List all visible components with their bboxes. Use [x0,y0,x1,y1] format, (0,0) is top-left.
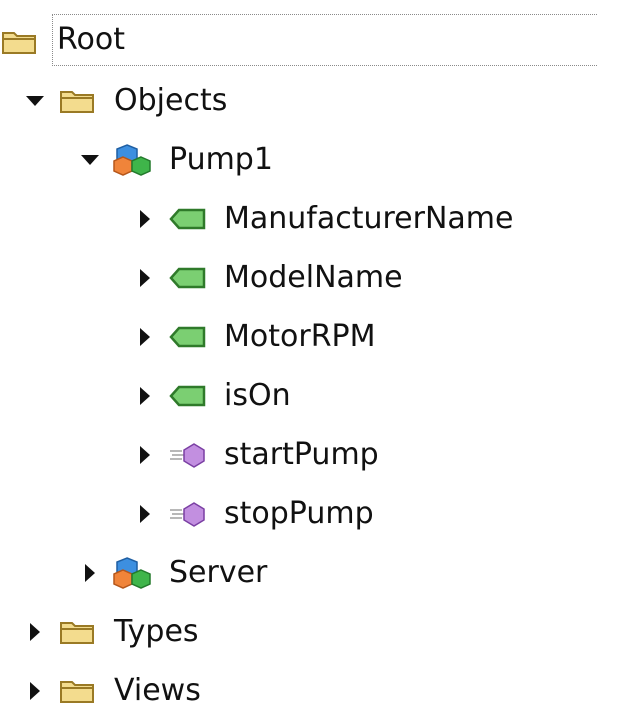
tree-node-label[interactable]: stopPump [220,497,378,531]
expand-toggle[interactable] [132,322,158,352]
expand-toggle[interactable] [77,145,103,175]
tree-node-label[interactable]: Views [110,674,205,704]
variable-tag-icon [168,202,208,236]
expand-toggle[interactable] [22,617,48,647]
tree-node-label[interactable]: Objects [110,84,231,118]
method-icon [168,497,208,531]
tree-node-stoppump[interactable]: stopPump [0,484,625,543]
tree-node-server[interactable]: Server [0,543,625,602]
tree-node-label[interactable]: Server [165,556,271,590]
object-icon [113,143,153,177]
tree-node-startpump[interactable]: startPump [0,425,625,484]
folder-icon [0,25,40,59]
folder-icon [58,615,98,649]
tree-node-modelname[interactable]: ModelName [0,248,625,307]
folder-icon [58,674,98,704]
tree-node-label[interactable]: Types [110,615,203,649]
expand-toggle[interactable] [22,676,48,704]
variable-tag-icon [168,261,208,295]
tree-node-label[interactable]: ModelName [220,261,407,295]
tree-node-label[interactable]: ManufacturerName [220,202,517,236]
tree-node-motorrpm[interactable]: MotorRPM [0,307,625,366]
tree-node-types[interactable]: Types [0,602,625,661]
tree-node-label[interactable]: isOn [220,379,295,413]
expand-toggle[interactable] [132,204,158,234]
tree-node-label[interactable]: startPump [220,438,383,472]
variable-tag-icon [168,379,208,413]
tree-node-views[interactable]: Views [0,661,625,704]
variable-tag-icon [168,320,208,354]
expand-toggle[interactable] [132,263,158,293]
tree-node-manufacturername[interactable]: ManufacturerName [0,189,625,248]
tree-node-label[interactable]: Pump1 [165,143,277,177]
tree-node-label[interactable]: MotorRPM [220,320,380,354]
tree-node-objects[interactable]: Objects [0,71,625,130]
expand-toggle[interactable] [77,558,103,588]
tree-node-label[interactable]: Root [52,13,597,66]
object-icon [113,556,153,590]
expand-toggle[interactable] [132,381,158,411]
expand-toggle[interactable] [132,440,158,470]
folder-icon [58,84,98,118]
tree-node-ison[interactable]: isOn [0,366,625,425]
method-icon [168,438,208,472]
tree-node-root[interactable]: Root [0,12,625,71]
expand-toggle[interactable] [132,499,158,529]
tree-node-pump1[interactable]: Pump1 [0,130,625,189]
address-space-tree: Root Objects Pump1 ManufacturerName Mode… [0,12,625,704]
expand-toggle[interactable] [22,86,48,116]
